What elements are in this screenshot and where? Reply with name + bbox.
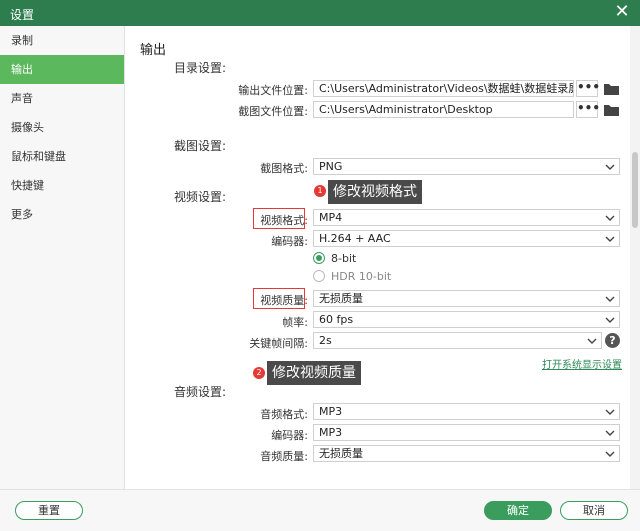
video-heading: 视频设置: [174, 190, 227, 204]
keyframe-label: 关键帧间隔: [249, 337, 308, 350]
fps-select[interactable]: 60 fps [313, 311, 620, 328]
chevron-down-icon [587, 338, 597, 344]
video-format-label: 视频格式: [260, 214, 308, 227]
encoder-label: 编码器: [271, 235, 308, 248]
fps-label: 帧率: [282, 316, 308, 329]
audio-encoder-value: MP3 [319, 426, 343, 439]
audio-format-label: 音频格式: [260, 408, 308, 421]
footer: 重置 确定 取消 [0, 489, 640, 531]
audio-format-value: MP3 [319, 405, 343, 418]
radio-8bit-label: 8-bit [331, 252, 357, 265]
annotation-badge-1: 1 [314, 185, 326, 197]
video-quality-value: 无损质量 [319, 292, 363, 305]
vertical-scrollbar[interactable] [630, 26, 640, 489]
output-browse-button[interactable]: ••• [576, 80, 600, 97]
cancel-button[interactable]: 取消 [560, 501, 628, 520]
chevron-down-icon [605, 409, 615, 415]
video-quality-label: 视频质量: [260, 294, 308, 307]
chevron-down-icon [605, 430, 615, 436]
chevron-down-icon [605, 164, 615, 170]
radio-hdr10bit-label: HDR 10-bit [331, 270, 392, 283]
keyframe-select[interactable]: 2s [313, 332, 602, 349]
screenshot-format-value: PNG [319, 160, 343, 173]
sidebar-item-camera[interactable]: 摄像头 [0, 113, 124, 142]
scrollbar-thumb[interactable] [632, 152, 638, 228]
audio-quality-select[interactable]: 无损质量 [313, 445, 620, 462]
chevron-down-icon [605, 236, 615, 242]
chevron-down-icon [605, 215, 615, 221]
fps-value: 60 fps [319, 313, 354, 326]
close-icon[interactable]: ✕ [612, 3, 632, 23]
reset-button[interactable]: 重置 [15, 501, 83, 520]
sidebar: 录制 输出 声音 摄像头 鼠标和键盘 快捷键 更多 [0, 26, 125, 489]
directory-heading: 目录设置: [174, 61, 227, 75]
screenshot-browse-button[interactable]: ••• [576, 101, 600, 118]
screenshot-format-select[interactable]: PNG [313, 158, 620, 175]
chevron-down-icon [605, 296, 615, 302]
encoder-value: H.264 + AAC [319, 232, 391, 245]
audio-encoder-label: 编码器: [271, 429, 308, 442]
chevron-down-icon [605, 317, 615, 323]
sidebar-item-hotkeys[interactable]: 快捷键 [0, 171, 124, 200]
radio-hdr10bit[interactable] [313, 270, 325, 282]
encoder-select[interactable]: H.264 + AAC [313, 230, 620, 247]
sidebar-item-mouse-keyboard[interactable]: 鼠标和键盘 [0, 142, 124, 171]
screenshot-heading: 截图设置: [174, 139, 227, 153]
display-settings-link[interactable]: 打开系统显示设置 [542, 356, 622, 371]
video-quality-select[interactable]: 无损质量 [313, 290, 620, 307]
sidebar-item-sound[interactable]: 声音 [0, 84, 124, 113]
folder-icon[interactable] [604, 104, 619, 116]
chevron-down-icon [605, 451, 615, 457]
annotation-badge-2: 2 [253, 367, 265, 379]
settings-content: 输出 目录设置: 输出文件位置: C:\Users\Administrator\… [126, 26, 630, 489]
folder-icon[interactable] [604, 83, 619, 95]
video-format-value: MP4 [319, 211, 343, 224]
audio-encoder-select[interactable]: MP3 [313, 424, 620, 441]
keyframe-value: 2s [319, 334, 332, 347]
audio-heading: 音频设置: [174, 385, 227, 399]
video-format-select[interactable]: MP4 [313, 209, 620, 226]
help-icon[interactable]: ? [605, 333, 620, 348]
ok-button[interactable]: 确定 [484, 501, 552, 520]
sidebar-item-more[interactable]: 更多 [0, 200, 124, 229]
annotation-callout-2: 修改视频质量 [267, 361, 361, 385]
window-title: 设置 [10, 8, 35, 22]
annotation-callout-1: 修改视频格式 [328, 180, 422, 204]
sidebar-item-record[interactable]: 录制 [0, 26, 124, 55]
output-path-field[interactable]: C:\Users\Administrator\Videos\数据蛙\数据蛙录屏软… [313, 80, 574, 97]
audio-quality-value: 无损质量 [319, 447, 363, 460]
title-bar: 设置 ✕ [0, 0, 640, 26]
output-path-label: 输出文件位置: [238, 84, 308, 97]
screenshot-format-label: 截图格式: [260, 162, 308, 175]
screenshot-path-field[interactable]: C:\Users\Administrator\Desktop [313, 101, 574, 118]
audio-format-select[interactable]: MP3 [313, 403, 620, 420]
radio-8bit[interactable] [313, 252, 325, 264]
sidebar-item-output[interactable]: 输出 [0, 55, 124, 84]
audio-quality-label: 音频质量: [260, 450, 308, 463]
screenshot-path-label: 截图文件位置: [238, 105, 308, 118]
section-title: 输出 [140, 43, 167, 58]
